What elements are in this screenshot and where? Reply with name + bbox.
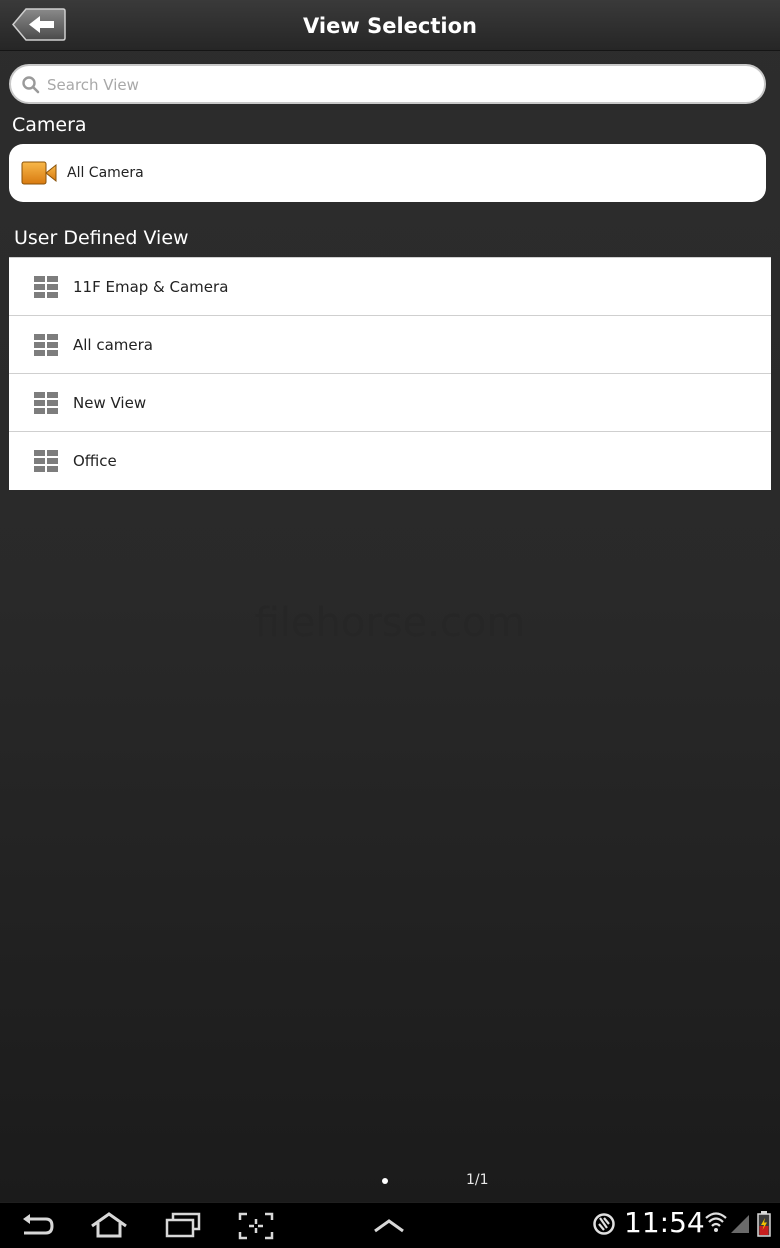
chevron-up-icon — [374, 1219, 404, 1233]
screenshot-icon — [238, 1212, 274, 1240]
video-camera-icon — [21, 161, 57, 185]
search-input[interactable] — [47, 72, 747, 98]
nav-recent-button[interactable] — [163, 1211, 203, 1241]
list-item-label: Office — [73, 452, 117, 470]
nav-back-button[interactable] — [18, 1211, 58, 1241]
home-icon — [91, 1212, 127, 1238]
list-item-label: New View — [73, 394, 147, 412]
camera-section-title: Camera — [12, 114, 87, 136]
user-views-section-title: User Defined View — [14, 227, 189, 249]
app-screen: View Selection Camera All Camera User De… — [0, 0, 780, 1248]
grid-view-icon — [34, 276, 58, 298]
pager-dot — [382, 1178, 388, 1184]
list-item[interactable]: New View — [9, 374, 771, 432]
sync-icon — [593, 1213, 615, 1235]
nav-up-button[interactable] — [369, 1211, 409, 1241]
watermark: filehorse.com — [254, 600, 526, 646]
all-camera-item[interactable]: All Camera — [9, 144, 766, 202]
list-item[interactable]: Office — [9, 432, 771, 490]
nav-back-icon — [23, 1214, 54, 1235]
list-item[interactable]: All camera — [9, 316, 771, 374]
grid-view-icon — [34, 392, 58, 414]
status-clock: 11:54 — [624, 1206, 705, 1239]
search-icon — [22, 76, 40, 94]
page-title: View Selection — [303, 14, 477, 38]
grid-view-icon — [34, 334, 58, 356]
list-item-label: All camera — [73, 336, 154, 354]
wifi-icon — [705, 1212, 727, 1232]
nav-home-button[interactable] — [89, 1211, 129, 1241]
list-item[interactable]: 11F Emap & Camera — [9, 258, 771, 316]
search-bar[interactable] — [9, 64, 766, 104]
nav-screenshot-button[interactable] — [236, 1211, 276, 1241]
list-item-label: 11F Emap & Camera — [73, 278, 229, 296]
signal-icon — [731, 1215, 749, 1233]
recent-apps-icon — [165, 1212, 201, 1238]
all-camera-label: All Camera — [67, 165, 144, 181]
user-view-list: 11F Emap & Camera All camera New View Of… — [9, 257, 771, 490]
battery-icon — [757, 1211, 771, 1237]
title-bar: View Selection — [0, 0, 780, 51]
page-indicator: 1/1 — [466, 1172, 489, 1188]
grid-view-icon — [34, 450, 58, 472]
